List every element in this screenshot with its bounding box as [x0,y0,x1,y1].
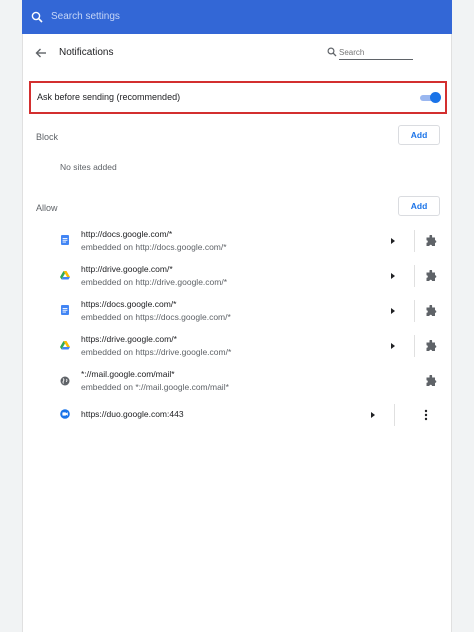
site-url: *://mail.google.com/mail* [81,369,175,379]
search-icon [327,47,337,57]
allow-list-item[interactable]: http://drive.google.com/* embedded on ht… [23,261,453,295]
extension-puzzle-icon[interactable] [425,340,437,352]
block-empty-text: No sites added [60,162,117,172]
allow-list-item[interactable]: https://docs.google.com/* embedded on ht… [23,296,453,330]
search-settings-input[interactable]: Search settings [51,11,120,22]
site-embedded-on: embedded on *://mail.google.com/mail* [81,382,229,392]
allow-list-item[interactable]: *://mail.google.com/mail* embedded on *:… [23,366,453,400]
site-embedded-on: embedded on https://docs.google.com/* [81,312,231,322]
google-duo-icon [60,409,70,419]
site-url: http://docs.google.com/* [81,229,173,239]
site-url: https://docs.google.com/* [81,299,177,309]
notifications-panel: Notifications Ask before sending (recomm… [22,34,452,632]
toggle-knob [430,92,441,103]
divider [394,404,395,426]
globe-icon [60,376,70,386]
notifications-search-input[interactable] [339,46,413,60]
back-arrow-icon[interactable] [35,47,47,59]
block-add-button[interactable]: Add [398,125,440,145]
google-drive-icon [60,341,70,350]
site-embedded-on: embedded on https://drive.google.com/* [81,347,232,357]
google-docs-icon [61,305,69,315]
settings-topbar: Search settings [22,0,452,34]
page-title: Notifications [59,47,114,58]
arrow-right-icon[interactable] [389,342,397,350]
arrow-right-icon[interactable] [369,411,377,419]
ask-before-sending-toggle[interactable] [419,91,441,105]
allow-add-button[interactable]: Add [398,196,440,216]
block-section-title: Block [36,132,59,142]
ask-before-sending-row[interactable]: Ask before sending (recommended) [29,81,447,114]
divider [414,335,415,357]
extension-puzzle-icon[interactable] [425,375,437,387]
allow-list-item[interactable]: https://duo.google.com:443 [23,402,453,436]
allow-section-title: Allow [36,203,58,213]
allow-list-item[interactable]: https://drive.google.com/* embedded on h… [23,331,453,365]
divider [414,265,415,287]
divider [414,230,415,252]
more-vert-icon[interactable] [423,409,429,421]
arrow-right-icon[interactable] [389,237,397,245]
extension-puzzle-icon[interactable] [425,270,437,282]
site-url: https://duo.google.com:443 [81,409,184,419]
extension-puzzle-icon[interactable] [425,305,437,317]
site-url: http://drive.google.com/* [81,264,173,274]
google-docs-icon [61,235,69,245]
site-embedded-on: embedded on http://docs.google.com/* [81,242,227,252]
site-url: https://drive.google.com/* [81,334,177,344]
ask-before-sending-label: Ask before sending (recommended) [37,92,181,102]
extension-puzzle-icon[interactable] [425,235,437,247]
arrow-right-icon[interactable] [389,307,397,315]
arrow-right-icon[interactable] [389,272,397,280]
divider [414,300,415,322]
site-embedded-on: embedded on http://drive.google.com/* [81,277,228,287]
search-icon[interactable] [31,11,43,23]
allow-list-item[interactable]: http://docs.google.com/* embedded on htt… [23,226,453,260]
google-drive-icon [60,271,70,280]
page-header: Notifications [23,34,453,72]
